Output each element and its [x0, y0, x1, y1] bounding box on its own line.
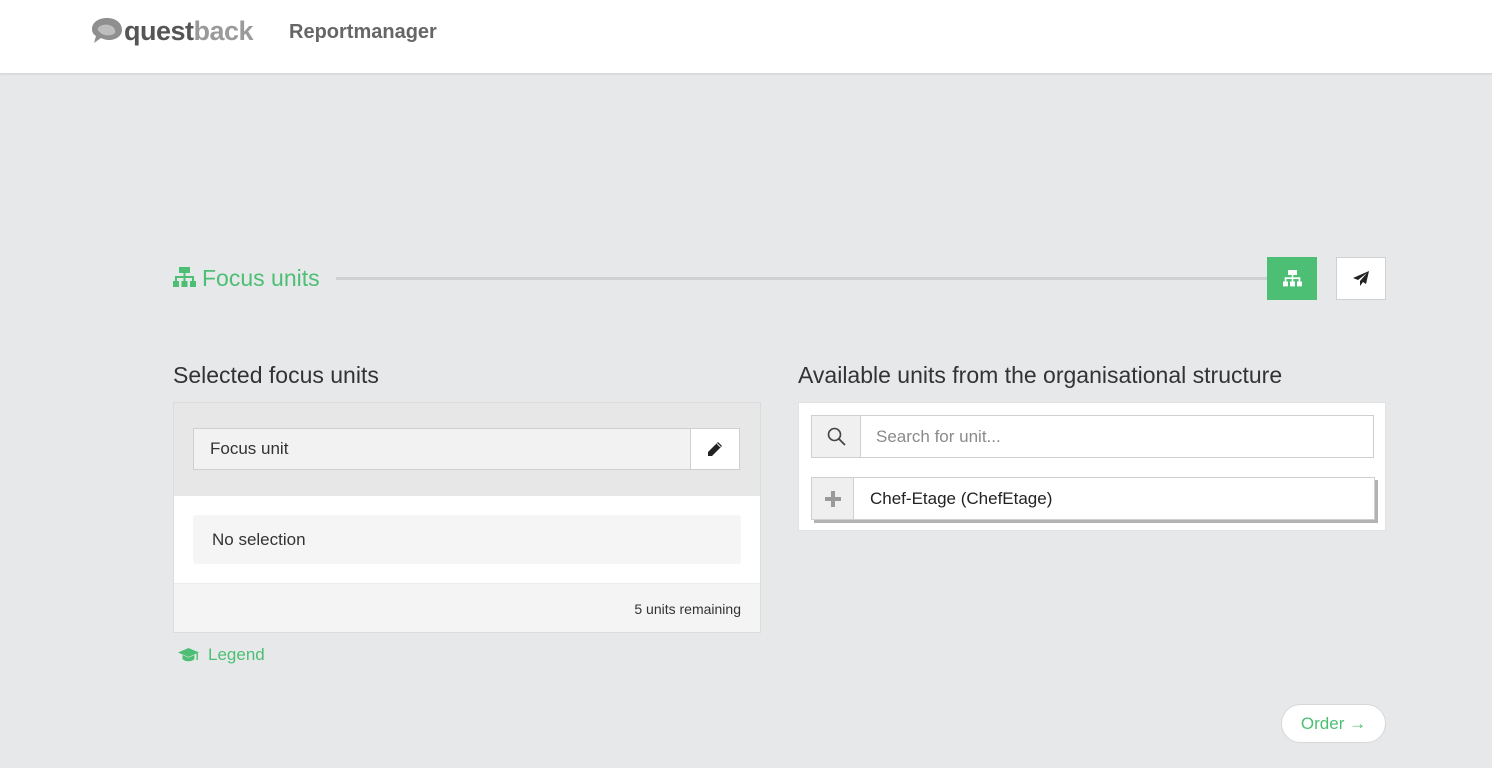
focus-unit-field[interactable]: Focus unit — [193, 428, 691, 470]
step-send-button[interactable] — [1336, 257, 1386, 300]
questback-logo[interactable]: questback — [88, 16, 254, 46]
plus-icon — [824, 490, 841, 507]
available-unit-row[interactable]: Chef-Etage (ChefEtage) — [811, 477, 1375, 520]
unit-search-box — [811, 415, 1374, 458]
wizard-header: Focus units — [173, 256, 1386, 301]
section-title: Focus units — [173, 264, 320, 292]
unit-search-input[interactable] — [861, 416, 1373, 457]
legend-link[interactable]: Legend — [178, 644, 265, 666]
order-button[interactable]: Order → — [1281, 704, 1386, 743]
speech-bubble-logo-icon — [92, 18, 122, 43]
available-units-panel: Chef-Etage (ChefEtage) — [798, 402, 1386, 531]
search-button[interactable] — [812, 416, 861, 457]
app-title: Reportmanager — [289, 21, 437, 43]
top-bar: questback Reportmanager — [0, 0, 1492, 74]
step-focus-units-button[interactable] — [1267, 257, 1317, 300]
available-units-heading: Available units from the organisational … — [798, 362, 1283, 388]
pencil-icon — [708, 442, 722, 456]
no-selection-placeholder: No selection — [193, 515, 741, 564]
search-icon — [827, 427, 846, 446]
selected-units-footer: 5 units remaining — [174, 583, 760, 632]
focus-unit-toolbar: Focus unit — [174, 403, 760, 496]
selected-units-panel: Focus unit No selection 5 units remainin… — [173, 402, 761, 633]
wizard-progress-line — [336, 277, 1268, 280]
paper-plane-icon — [1353, 270, 1369, 286]
section-title-label: Focus units — [202, 265, 320, 291]
graduation-cap-icon — [178, 648, 199, 662]
legend-label: Legend — [208, 645, 265, 664]
selected-units-heading: Selected focus units — [173, 362, 379, 388]
sitemap-icon — [173, 267, 196, 287]
sitemap-icon — [1282, 269, 1302, 286]
add-unit-button[interactable] — [812, 478, 854, 519]
logo-wordmark: questback — [124, 16, 254, 46]
units-remaining-count: 5 units remaining — [634, 601, 741, 617]
edit-button[interactable] — [690, 428, 740, 470]
unit-label: Chef-Etage (ChefEtage) — [870, 489, 1053, 508]
